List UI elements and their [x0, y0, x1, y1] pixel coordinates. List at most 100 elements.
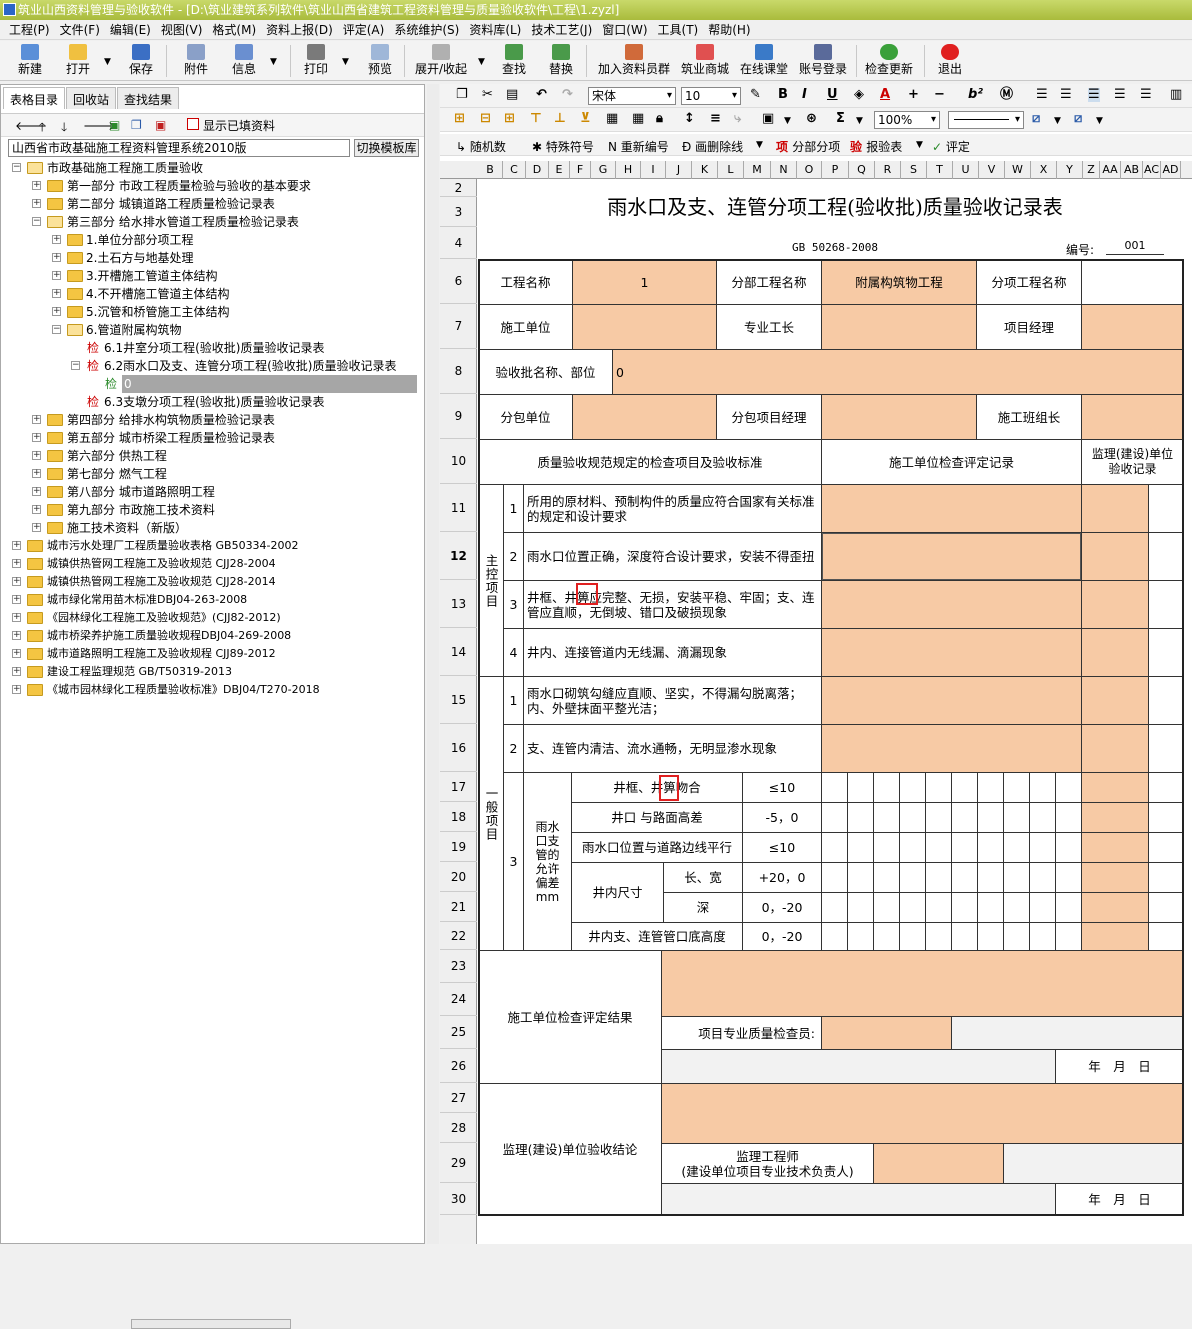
inspector-field[interactable]: [821, 1016, 951, 1049]
expand-icon[interactable]: +: [32, 523, 41, 532]
expand-icon[interactable]: +: [32, 181, 41, 190]
column-header-cell[interactable]: J: [666, 161, 692, 179]
measurement-cell[interactable]: [821, 832, 847, 862]
column-header-cell[interactable]: AD: [1161, 161, 1181, 179]
border-color-dropdown-icon[interactable]: ▼: [1096, 114, 1103, 128]
expand-icon[interactable]: +: [32, 487, 41, 496]
measurement-cell[interactable]: [1029, 802, 1055, 832]
sum-icon[interactable]: Σ: [836, 112, 845, 126]
extra-cell[interactable]: [1148, 676, 1183, 724]
format-painter-icon[interactable]: ✎: [750, 88, 761, 102]
column-header-cell[interactable]: M: [744, 161, 771, 179]
font-family-select[interactable]: 宋体: [588, 87, 676, 105]
align-center-icon[interactable]: ☰: [1088, 88, 1100, 102]
tab-search-results[interactable]: 查找结果: [117, 87, 180, 109]
grid-icon[interactable]: ▦: [606, 112, 618, 126]
measurement-cell[interactable]: [977, 922, 1003, 950]
measurement-cell[interactable]: [977, 892, 1003, 922]
tab-catalog[interactable]: 表格目录: [3, 87, 66, 109]
table-icon[interactable]: ⊞: [504, 112, 515, 126]
column-header-cell[interactable]: L: [718, 161, 744, 179]
supervision-conclusion-field[interactable]: [661, 1083, 1183, 1143]
arrow-up-icon[interactable]: 🡑: [39, 118, 45, 139]
menu-tech[interactable]: 技术工艺(J): [526, 21, 597, 38]
sub-project-field[interactable]: 附属构筑物工程: [821, 259, 976, 304]
row-header-cell[interactable]: 12: [440, 532, 477, 580]
supervision-cell[interactable]: [1081, 772, 1148, 802]
measurement-cell[interactable]: [821, 772, 847, 802]
tree-node[interactable]: + 城市绿化常用苗木标准DBJ04-263-2008: [1, 591, 424, 609]
measurement-cell[interactable]: [847, 892, 873, 922]
row-header-cell[interactable]: 18: [440, 802, 477, 832]
panel-splitter[interactable]: [427, 84, 439, 1244]
menu-view[interactable]: 视图(V): [156, 21, 208, 38]
row-header-cell[interactable]: 11: [440, 484, 477, 532]
measurement-cell[interactable]: [951, 862, 977, 892]
save-button[interactable]: 保存: [125, 43, 157, 79]
measurement-cell[interactable]: [899, 772, 925, 802]
column-header-cell[interactable]: X: [1031, 161, 1057, 179]
measurement-cell[interactable]: [1055, 802, 1081, 832]
tree-node[interactable]: − 市政基础施工程施工质量验收: [1, 159, 424, 177]
tree-node[interactable]: + 建设工程监理规范 GB/T50319-2013: [1, 663, 424, 681]
row-header-cell[interactable]: 9: [440, 394, 477, 439]
supervision-cell[interactable]: [1081, 628, 1148, 676]
tree-node[interactable]: + 城镇供热管网工程施工及验收规范 CJJ28-2004: [1, 555, 424, 573]
column-header-cell[interactable]: Y: [1057, 161, 1083, 179]
tree-node[interactable]: 检 6.3支墩分项工程(验收批)质量验收记录表: [1, 393, 424, 411]
column-header-cell[interactable]: AA: [1100, 161, 1121, 179]
border-dropdown-icon[interactable]: ▼: [1054, 114, 1061, 128]
tree-node[interactable]: + 城市桥梁养护施工质量验收规程DBJ04-269-2008: [1, 627, 424, 645]
check-record-cell[interactable]: [821, 724, 1081, 772]
renumber-button[interactable]: N 重新编号: [608, 138, 669, 155]
measurement-cell[interactable]: [977, 802, 1003, 832]
supervision-cell[interactable]: [1081, 484, 1148, 532]
menu-system[interactable]: 系统维护(S): [389, 21, 464, 38]
wrap-icon[interactable]: ⤷: [734, 112, 741, 126]
zoom-select[interactable]: 100%: [874, 111, 940, 129]
undo-icon[interactable]: ↶: [536, 88, 547, 102]
menu-format[interactable]: 格式(M): [207, 21, 261, 38]
merge-icon[interactable]: ⊞: [454, 112, 465, 126]
engineer-extra[interactable]: [1003, 1143, 1183, 1183]
line-style-select[interactable]: [948, 111, 1024, 129]
measurement-cell[interactable]: [873, 922, 899, 950]
fill-color-icon[interactable]: ◈: [854, 88, 864, 102]
show-filled-checkbox[interactable]: [187, 118, 199, 130]
measurement-cell[interactable]: [899, 892, 925, 922]
measurement-cell[interactable]: [951, 802, 977, 832]
expand-icon[interactable]: +: [52, 235, 61, 244]
row-header-cell[interactable]: 25: [440, 1016, 477, 1049]
extra-cell[interactable]: [1148, 832, 1183, 862]
check-record-cell[interactable]: [821, 580, 1081, 628]
measurement-cell[interactable]: [925, 922, 951, 950]
tree-node[interactable]: − 第三部分 给水排水管道工程质量检验记录表: [1, 213, 424, 231]
tree-node[interactable]: + 城市道路照明工程施工及验收规程 CJJ89-2012: [1, 645, 424, 663]
row-header-cell[interactable]: 7: [440, 304, 477, 349]
row-header-cell[interactable]: 17: [440, 772, 477, 802]
sub-item-button[interactable]: 项 分部分项: [776, 138, 840, 155]
expand-icon[interactable]: +: [32, 433, 41, 442]
measurement-cell[interactable]: [1029, 862, 1055, 892]
find-button[interactable]: 查找: [498, 43, 530, 79]
strikethrough-button[interactable]: Ð 画删除线: [682, 138, 743, 155]
column-header-cell[interactable]: AC: [1143, 161, 1161, 179]
print-button[interactable]: 打印: [300, 43, 332, 79]
measurement-cell[interactable]: [925, 772, 951, 802]
tree-node[interactable]: +1.单位分部分项工程: [1, 231, 424, 249]
replace-button[interactable]: 替换: [545, 43, 577, 79]
column-header-cell[interactable]: Z: [1083, 161, 1100, 179]
measurement-cell[interactable]: [821, 862, 847, 892]
measurement-cell[interactable]: [821, 892, 847, 922]
batch-field[interactable]: 0: [612, 349, 1183, 394]
check-record-cell[interactable]: [821, 484, 1081, 532]
measurement-cell[interactable]: [925, 802, 951, 832]
underline-button[interactable]: U: [827, 88, 838, 102]
print-dropdown-icon[interactable]: ▼: [342, 57, 349, 67]
exit-button[interactable]: 退出: [934, 43, 966, 79]
tree-node[interactable]: + 《城市园林绿化工程质量验收标准》DBJ04/T270-2018: [1, 681, 424, 699]
supervision-cell[interactable]: [1081, 922, 1148, 950]
supervision-cell[interactable]: [1081, 580, 1148, 628]
tree-node[interactable]: + 施工技术资料（新版）: [1, 519, 424, 537]
expand-icon[interactable]: +: [12, 685, 21, 694]
